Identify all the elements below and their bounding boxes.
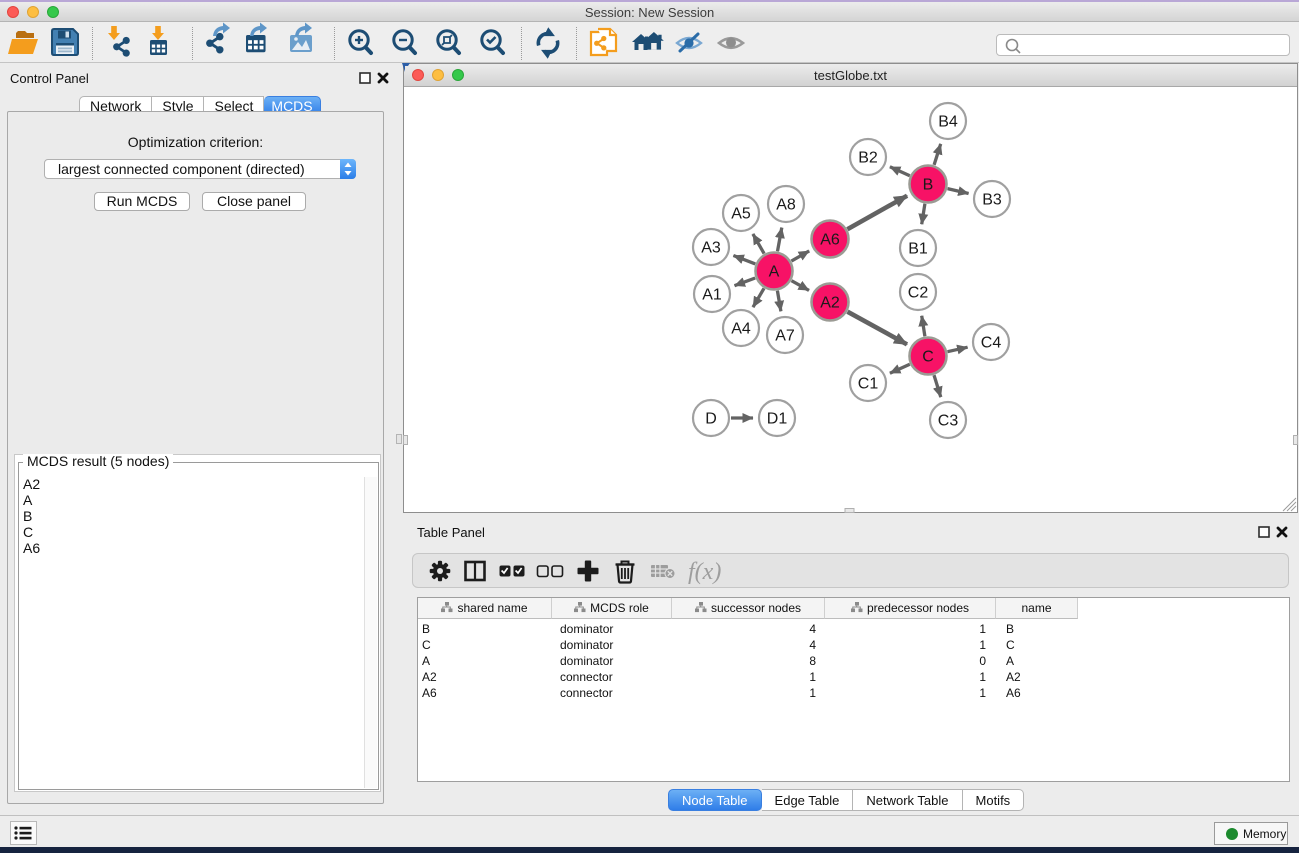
svg-text:A5: A5 xyxy=(731,206,751,223)
svg-text:C2: C2 xyxy=(908,285,929,302)
svg-text:A2: A2 xyxy=(820,295,840,312)
svg-text:A1: A1 xyxy=(702,287,722,304)
svg-text:A6: A6 xyxy=(820,232,840,249)
svg-text:f(x): f(x) xyxy=(688,559,721,585)
svg-text:A7: A7 xyxy=(775,328,795,345)
svg-text:C4: C4 xyxy=(981,335,1002,352)
svg-text:A4: A4 xyxy=(731,321,751,338)
svg-text:A3: A3 xyxy=(701,240,721,257)
svg-text:B3: B3 xyxy=(982,192,1002,209)
svg-text:B4: B4 xyxy=(938,114,958,131)
svg-text:A8: A8 xyxy=(776,197,796,214)
svg-text:C3: C3 xyxy=(938,413,959,430)
svg-text:C1: C1 xyxy=(858,376,879,393)
svg-text:B: B xyxy=(923,177,934,194)
svg-text:C: C xyxy=(922,349,934,366)
svg-text:B2: B2 xyxy=(858,150,878,167)
svg-text:B1: B1 xyxy=(908,241,928,258)
svg-text:A: A xyxy=(769,264,780,281)
svg-text:D: D xyxy=(705,411,717,428)
svg-text:D1: D1 xyxy=(767,411,788,428)
